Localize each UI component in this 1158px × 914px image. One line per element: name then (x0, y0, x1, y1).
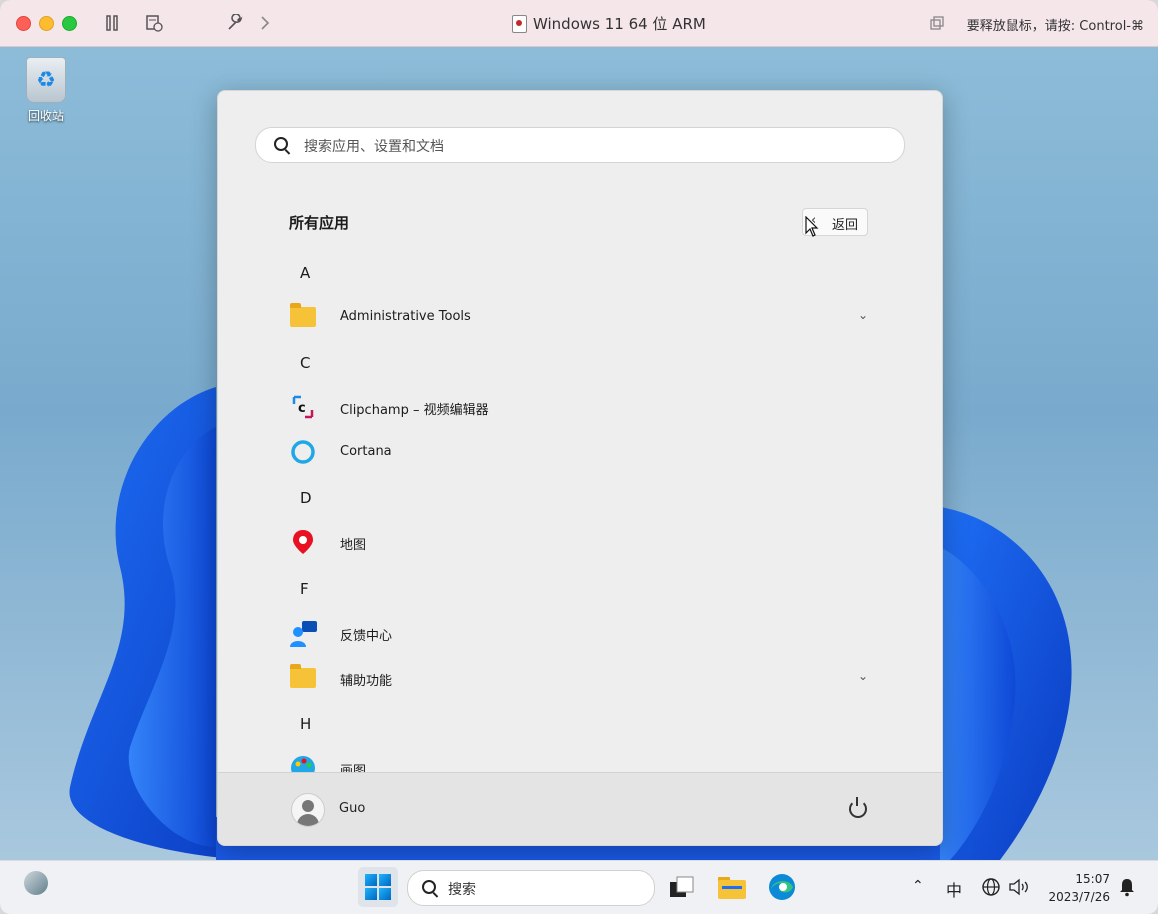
search-placeholder: 搜索应用、设置和文档 (304, 139, 444, 155)
pause-icon[interactable] (101, 12, 123, 34)
app-item-clipchamp[interactable]: c Clipchamp – 视频编辑器 (288, 389, 868, 425)
group-letter-c[interactable]: C (300, 354, 310, 372)
app-name: 地图 (340, 538, 367, 553)
chevron-down-icon[interactable]: ⌄ (858, 669, 868, 683)
minimize-window-button[interactable] (39, 16, 54, 31)
recycle-bin-label: 回收站 (27, 109, 64, 123)
zoom-window-button[interactable] (62, 16, 77, 31)
user-name[interactable]: Guo (339, 801, 365, 816)
app-name: 辅助功能 (340, 674, 393, 689)
group-letter-d[interactable]: D (300, 489, 312, 507)
window-title: Windows 11 64 位 ARM (512, 13, 706, 34)
group-letter-h[interactable]: H (300, 715, 311, 733)
clock[interactable]: 15:07 2023/7/26 (1044, 870, 1110, 906)
folder-icon (290, 303, 316, 330)
group-letter-f[interactable]: F (300, 580, 309, 598)
chevron-down-icon[interactable]: ⌄ (858, 308, 868, 322)
wrench-icon[interactable] (224, 12, 246, 34)
chevron-right-icon[interactable] (254, 12, 276, 34)
app-name: 画图 (340, 764, 367, 772)
file-explorer-button[interactable] (712, 867, 752, 907)
all-apps-title: 所有应用 (289, 214, 350, 232)
back-label: 返回 (832, 218, 859, 233)
edge-button[interactable] (762, 867, 802, 907)
power-icon[interactable] (849, 797, 867, 818)
app-item-accessibility[interactable]: 辅助功能 ⌄ (288, 660, 868, 696)
svg-text:c: c (298, 401, 306, 416)
app-item-administrative-tools[interactable]: Administrative Tools ⌄ (288, 299, 868, 335)
windows-logo-icon (365, 874, 391, 900)
window-title-text: Windows 11 64 位 ARM (533, 15, 706, 33)
window-icon[interactable] (926, 12, 948, 34)
feedback-hub-icon (290, 620, 317, 647)
weather-widget-icon[interactable] (24, 871, 48, 895)
app-name: Cortana (340, 444, 392, 459)
user-avatar[interactable] (291, 793, 325, 827)
vm-window: Windows 11 64 位 ARM 要释放鼠标，请按: Control-⌘ … (0, 0, 1158, 914)
folder-icon (290, 664, 316, 691)
title-bar: Windows 11 64 位 ARM 要释放鼠标，请按: Control-⌘ (0, 0, 1158, 47)
cortana-icon (290, 439, 316, 465)
app-item-feedback-hub[interactable]: 反馈中心 (288, 615, 868, 651)
maps-icon (290, 529, 316, 555)
group-letter-a[interactable]: A (300, 264, 310, 282)
volume-icon[interactable] (1008, 877, 1030, 901)
close-window-button[interactable] (16, 16, 31, 31)
app-item-paint[interactable]: 画图 (288, 750, 868, 772)
start-menu: 搜索应用、设置和文档 所有应用 ‹ 返回 A Administrative To… (217, 90, 943, 846)
network-icon[interactable] (981, 877, 1001, 901)
vm-document-icon (512, 14, 527, 33)
app-item-cortana[interactable]: Cortana (288, 434, 868, 470)
taskbar-search-box[interactable]: 搜索 (407, 870, 655, 906)
notification-bell-icon[interactable] (1118, 877, 1136, 901)
release-mouse-hint: 要释放鼠标，请按: Control-⌘ (966, 19, 1144, 34)
file-explorer-icon (718, 877, 746, 899)
app-name: Administrative Tools (340, 309, 471, 324)
clock-date: 2023/7/26 (1048, 890, 1110, 904)
clock-time: 15:07 (1075, 872, 1110, 886)
taskbar-search-label: 搜索 (448, 882, 476, 898)
ime-indicator[interactable]: 中 (946, 877, 962, 901)
task-view-button[interactable] (662, 867, 702, 907)
task-view-icon (670, 876, 694, 897)
start-button[interactable] (358, 867, 398, 907)
taskbar: 搜索 ⌃ 中 15:07 2023/7/26 (0, 860, 1158, 914)
app-item-maps[interactable]: 地图 (288, 524, 868, 560)
recycle-bin[interactable]: ♻ 回收站 (18, 57, 74, 124)
all-apps-list: A Administrative Tools ⌄ C c Clipchamp –… (218, 251, 942, 772)
app-name: 反馈中心 (340, 629, 393, 644)
mouse-cursor-icon (805, 216, 819, 237)
recycle-bin-icon: ♻ (26, 57, 66, 103)
start-footer: Guo (218, 772, 942, 845)
snapshot-icon[interactable] (143, 12, 165, 34)
chevron-up-icon[interactable]: ⌃ (912, 878, 924, 894)
start-search-box[interactable]: 搜索应用、设置和文档 (255, 127, 905, 163)
edge-browser-icon (769, 874, 795, 900)
clipchamp-icon: c (290, 394, 316, 420)
app-name: Clipchamp – 视频编辑器 (340, 403, 489, 418)
search-icon (422, 880, 436, 894)
search-icon (274, 137, 288, 151)
paint-icon (290, 755, 316, 772)
